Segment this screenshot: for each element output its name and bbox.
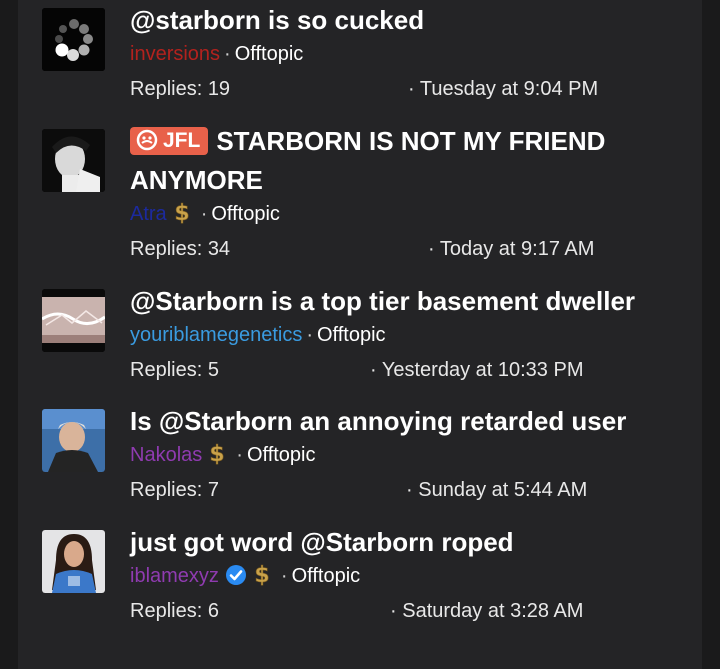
svg-text:$: $ xyxy=(174,201,189,224)
avatar[interactable] xyxy=(42,8,105,71)
left-gutter xyxy=(0,0,18,669)
forum-link[interactable]: Offtopic xyxy=(235,43,304,65)
svg-text:$: $ xyxy=(254,563,269,586)
forum-link[interactable]: Offtopic xyxy=(211,203,280,225)
avatar-image xyxy=(42,289,105,352)
separator: · xyxy=(390,600,397,622)
last-post-date[interactable]: Today at 9:17 AM xyxy=(440,238,595,260)
dollar-badge-icon: $ xyxy=(254,563,270,586)
reply-count: Replies: 6 xyxy=(130,600,219,622)
thread-author[interactable]: youriblamegenetics xyxy=(130,324,302,346)
avatar[interactable] xyxy=(42,530,105,593)
reply-count: Replies: 5 xyxy=(130,359,219,381)
separator: · xyxy=(370,359,377,381)
right-gutter xyxy=(702,0,720,669)
avatar-image xyxy=(42,129,105,192)
separator: · xyxy=(406,479,413,501)
avatar[interactable] xyxy=(42,409,105,472)
thread-title[interactable]: Is @Starborn an annoying retarded user xyxy=(130,402,650,441)
forum-link[interactable]: Offtopic xyxy=(247,444,316,466)
last-post-date[interactable]: Sunday at 5:44 AM xyxy=(418,479,587,501)
reply-count: Replies: 19 xyxy=(130,78,231,100)
avatar[interactable] xyxy=(42,129,105,192)
separator: · xyxy=(306,324,313,346)
last-post-date[interactable]: Yesterday at 10:33 PM xyxy=(382,359,584,381)
thread-author[interactable]: Atra xyxy=(130,203,167,225)
separator: · xyxy=(224,43,231,65)
reply-count: Replies: 7 xyxy=(130,479,219,501)
thread-author[interactable]: iblamexyz xyxy=(130,565,219,587)
svg-text:$: $ xyxy=(210,442,225,465)
verified-badge-icon xyxy=(225,565,246,585)
thread-author[interactable]: Nakolas xyxy=(130,444,202,466)
thread-title[interactable]: just got word @Starborn roped xyxy=(130,523,650,562)
thread-title[interactable]: @Starborn is a top tier basement dweller xyxy=(130,282,650,321)
separator: · xyxy=(280,565,288,587)
jfl-prefix-icon xyxy=(136,129,158,151)
dollar-badge-icon: $ xyxy=(209,442,225,465)
thread-author[interactable]: inversions xyxy=(130,43,220,65)
thread-title[interactable]: @starborn is so cucked xyxy=(130,1,650,40)
avatar-image xyxy=(42,409,105,472)
spinner-avatar-icon xyxy=(42,8,105,71)
last-post-date[interactable]: Tuesday at 9:04 PM xyxy=(420,78,598,100)
dollar-badge-icon: $ xyxy=(174,201,190,224)
separator: · xyxy=(408,78,415,100)
avatar[interactable] xyxy=(42,289,105,352)
forum-link[interactable]: Offtopic xyxy=(292,565,361,587)
forum-link[interactable]: Offtopic xyxy=(317,324,386,346)
reply-count: Replies: 34 xyxy=(130,238,231,260)
separator: · xyxy=(428,238,435,260)
separator: · xyxy=(200,203,208,225)
avatar-image xyxy=(42,530,105,593)
separator: · xyxy=(236,444,243,466)
prefix-label: JFL xyxy=(163,129,201,152)
last-post-date[interactable]: Saturday at 3:28 AM xyxy=(402,600,583,622)
prefix-tag[interactable]: JFL xyxy=(130,127,209,155)
